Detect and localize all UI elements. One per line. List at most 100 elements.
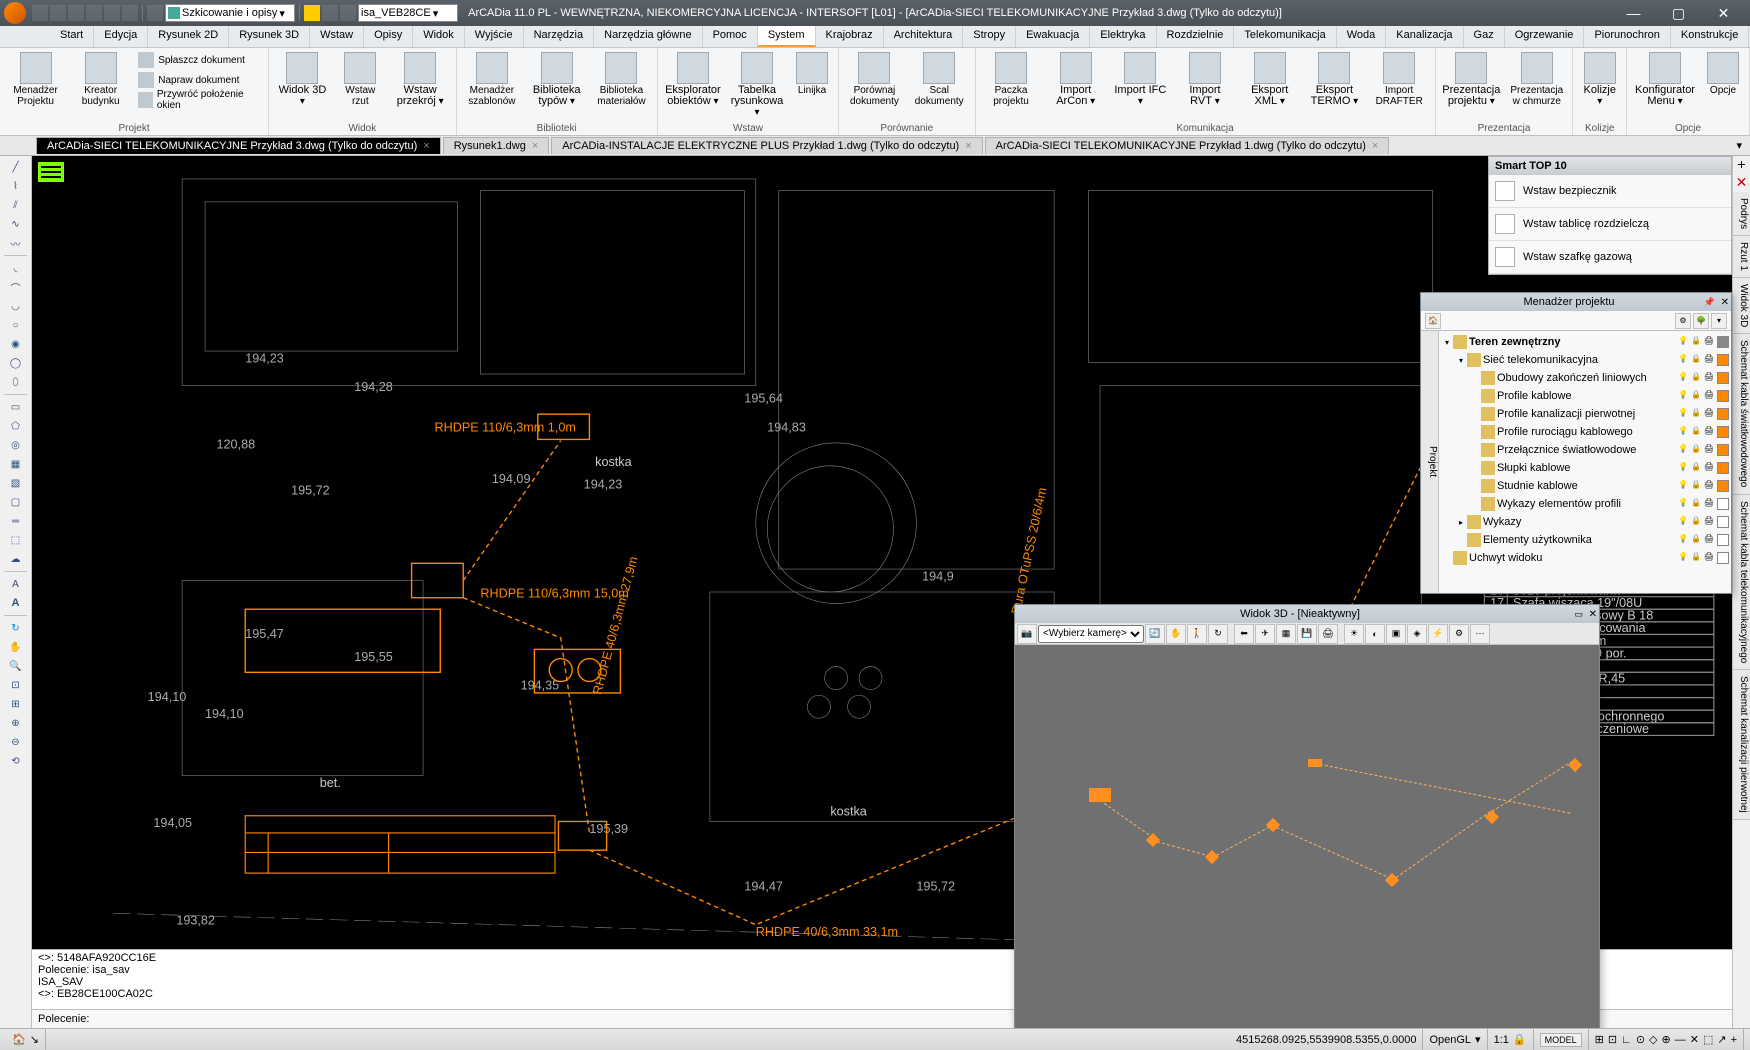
tool-region[interactable]: ▧ [2,474,30,492]
lock-icon[interactable]: 🔒 [1690,426,1702,438]
tree-row[interactable]: Profile kablowe💡🔒🖨 [1441,387,1729,405]
lock-icon[interactable]: 🔒 [1690,444,1702,456]
project-package-button[interactable]: Paczka projektu [980,50,1043,109]
sb-snap6[interactable]: ⊕ [1662,1033,1671,1046]
tree-row[interactable]: ▾Sieć telekomunikacyjna💡🔒🖨 [1441,351,1729,369]
lock-icon[interactable]: 🔒 [1690,534,1702,546]
qat-redo-icon[interactable] [122,5,138,21]
color-swatch[interactable] [1717,372,1729,384]
print-icon[interactable]: 🖨 [1703,516,1715,528]
repair-doc-button[interactable]: Napraw dokument [134,70,264,90]
color-swatch[interactable] [1717,516,1729,528]
ribbon-tab-narzędzia-główne[interactable]: Narzędzia główne [594,26,702,47]
vtab-schemat-kanal[interactable]: Schemat kanalizacji pierwotnej [1733,670,1750,820]
tool-line[interactable]: ╱ [2,158,30,176]
qat-layer-icon[interactable] [147,5,163,21]
vis-bulb-icon[interactable]: 💡 [1677,480,1689,492]
tree-row[interactable]: Profile rurociągu kablowego💡🔒🖨 [1441,423,1729,441]
vis-bulb-icon[interactable]: 💡 [1677,444,1689,456]
tool-zoom-in[interactable]: ⊕ [2,714,30,732]
tool-polygon[interactable]: ⬠ [2,417,30,435]
ribbon-tab-start[interactable]: Start [50,26,94,47]
sb-home-icon[interactable]: 🏠 [12,1033,26,1046]
vis-bulb-icon[interactable]: 💡 [1677,408,1689,420]
sb-snap2[interactable]: ⊡ [1608,1033,1617,1046]
tool-pan[interactable]: ✋ [2,638,30,656]
ribbon-tab-konstrukcje[interactable]: Konstrukcje [1671,26,1749,47]
flatten-doc-button[interactable]: Spłaszcz dokument [134,50,264,70]
view3d-canvas[interactable] [1015,645,1599,1031]
lock-icon[interactable]: 🔒 [1690,354,1702,366]
ribbon-tab-wstaw[interactable]: Wstaw [310,26,364,47]
lock-icon[interactable]: 🔒 [1690,462,1702,474]
ribbon-tab-widok[interactable]: Widok [413,26,465,47]
tool-boundary[interactable]: ▢ [2,493,30,511]
tree-row[interactable]: ▸Wykazy💡🔒🖨 [1441,513,1729,531]
v3d-plane-icon[interactable]: ✈ [1255,624,1275,644]
command-combo[interactable]: isa_VEB28CE▾ [358,4,458,22]
tree-row[interactable]: Studnie kablowe💡🔒🖨 [1441,477,1729,495]
v3d-save-icon[interactable]: 💾 [1297,624,1317,644]
v3d-refresh-icon[interactable]: ↻ [1208,624,1228,644]
sb-lock-icon[interactable]: 🔒 [1513,1033,1527,1046]
qat-undo-icon[interactable] [104,5,120,21]
view3d-button[interactable]: Widok 3D ▾ [273,50,332,109]
tool-ring[interactable]: ◎ [2,436,30,454]
smart-top-item[interactable]: Wstaw bezpiecznik [1489,175,1731,208]
tool-ellipse[interactable]: ◯ [2,354,30,372]
cloud-presentation-button[interactable]: Prezentacja w chmurze [1505,50,1568,109]
vis-bulb-icon[interactable]: 💡 [1677,426,1689,438]
qat-new-icon[interactable] [32,5,48,21]
tool-zoom-window[interactable]: ⊞ [2,695,30,713]
tree-row[interactable]: ▾Teren zewnętrzny💡🔒🖨 [1441,333,1729,351]
ribbon-tab-krajobraz[interactable]: Krajobraz [816,26,884,47]
ribbon-tab-rysunek-3d[interactable]: Rysunek 3D [229,26,310,47]
sb-snap7[interactable]: — [1675,1034,1686,1046]
tool-rectangle[interactable]: ▭ [2,398,30,416]
tool-trace[interactable]: ═ [2,512,30,530]
print-icon[interactable]: 🖨 [1703,408,1715,420]
tool-zoom-prev[interactable]: ⟲ [2,752,30,770]
v3d-print-icon[interactable]: 🖨 [1318,624,1338,644]
view3d-restore-icon[interactable]: ▭ [1574,609,1583,620]
ribbon-tab-ewakuacja[interactable]: Ewakuacja [1016,26,1090,47]
smart-top-item[interactable]: Wstaw szafkę gazową [1489,241,1731,274]
menu-configurator-button[interactable]: Konfigurator Menu ▾ [1631,50,1699,109]
tool-multiline[interactable]: ⫽ [2,196,30,214]
sb-snap9[interactable]: ⬚ [1703,1033,1713,1046]
merge-docs-button[interactable]: Scal dokumenty [908,50,971,109]
add-panel-button[interactable]: + [1733,156,1750,174]
lock-icon[interactable]: 🔒 [1690,516,1702,528]
ribbon-tab-pomoc[interactable]: Pomoc [703,26,758,47]
close-button[interactable]: ✕ [1701,0,1746,26]
vis-bulb-icon[interactable]: 💡 [1677,516,1689,528]
sb-snap10[interactable]: ↗ [1717,1033,1726,1046]
v3d-back-icon[interactable]: ⬅ [1234,624,1254,644]
color-swatch[interactable] [1717,480,1729,492]
v3d-sun-icon[interactable]: ☀ [1344,624,1364,644]
ribbon-tab-rozdzielnie[interactable]: Rozdzielnie [1157,26,1235,47]
canvas-menu-icon[interactable] [38,162,64,182]
vtab-schemat-telekom[interactable]: Schemat kabla telekomunikacyjnego [1733,495,1750,670]
export-termo-button[interactable]: Eksport TERMO ▾ [1303,50,1366,109]
print-icon[interactable]: 🖨 [1703,336,1715,348]
close-panel-button[interactable]: ✕ [1721,297,1729,308]
color-swatch[interactable] [1717,534,1729,546]
doc-tab-close-icon[interactable]: × [965,140,971,152]
tree-expand-icon[interactable]: ▾ [1455,356,1467,365]
sb-snap11[interactable]: + [1731,1034,1737,1046]
ribbon-tab-narzędzia[interactable]: Narzędzia [524,26,595,47]
ribbon-tab-piorunochron[interactable]: Piorunochron [1584,26,1670,47]
tool-text[interactable]: A [2,575,30,593]
ribbon-tab-gaz[interactable]: Gaz [1464,26,1505,47]
qat-print-icon[interactable] [86,5,102,21]
tree-expand-icon[interactable]: ▸ [1455,518,1467,527]
ribbon-tab-edycja[interactable]: Edycja [94,26,148,47]
lock-icon[interactable]: 🔒 [1690,480,1702,492]
sb-snap8[interactable]: ✕ [1690,1033,1699,1046]
material-library-button[interactable]: Biblioteka materiałów [590,50,653,109]
import-drafter-button[interactable]: Import DRAFTER [1368,50,1431,109]
import-rvt-button[interactable]: Import RVT ▾ [1174,50,1237,109]
ribbon-tab-stropy[interactable]: Stropy [963,26,1016,47]
pm-tree[interactable]: ▾Teren zewnętrzny💡🔒🖨▾Sieć telekomunikacy… [1439,331,1731,593]
